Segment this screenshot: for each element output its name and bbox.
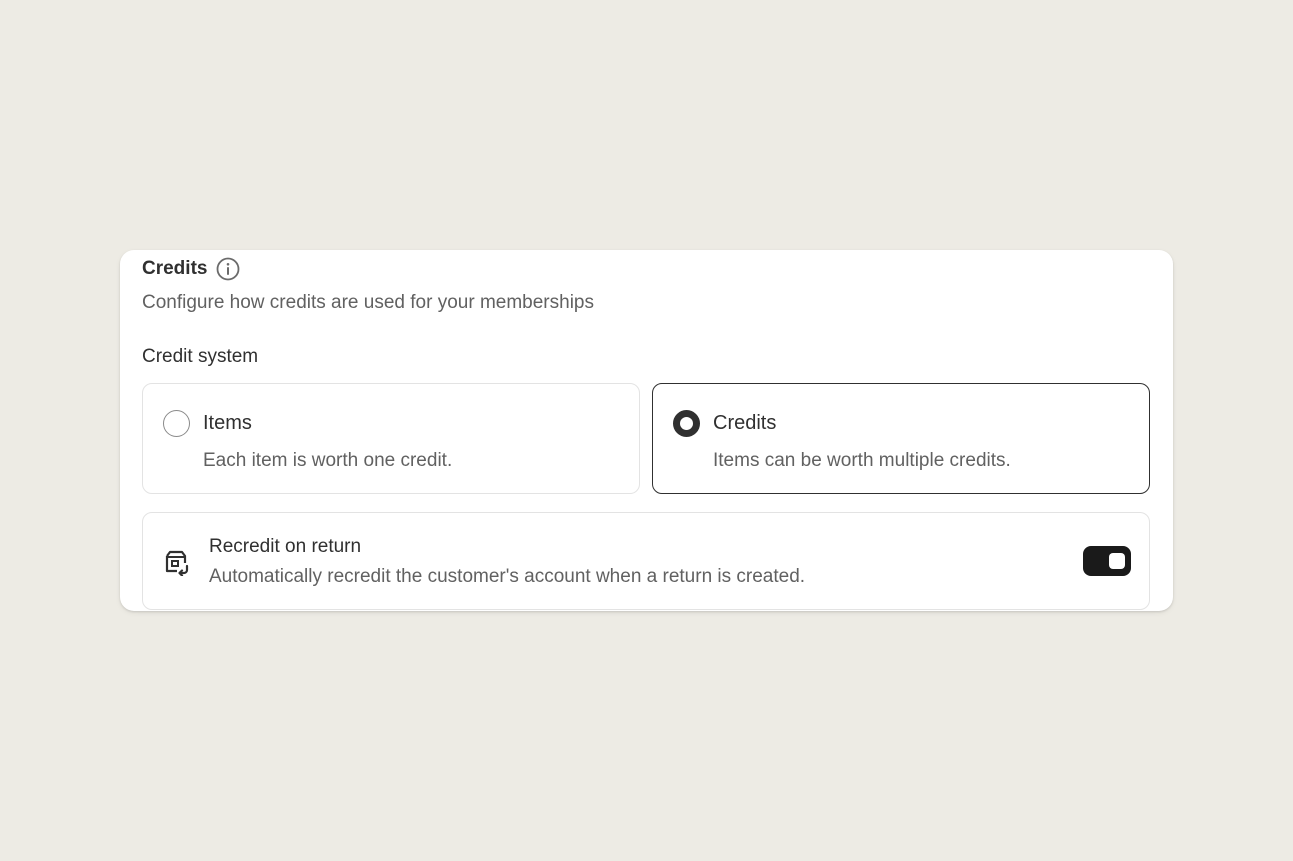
card-title: Credits <box>142 258 208 279</box>
credit-system-label: Credit system <box>142 346 259 367</box>
info-circle-icon[interactable] <box>216 257 240 281</box>
toggle-knob <box>1109 553 1125 569</box>
recredit-row: Recredit on return Automatically recredi… <box>142 512 1150 610</box>
card-subtitle: Configure how credits are used for your … <box>142 292 594 313</box>
items-radio[interactable] <box>163 410 190 437</box>
return-package-icon <box>163 548 191 577</box>
credits-radio[interactable] <box>673 410 700 437</box>
recredit-description: Automatically recredit the customer's ac… <box>209 566 806 587</box>
credits-option-description: Items can be worth multiple credits. <box>713 450 1011 471</box>
option-items[interactable]: Items Each item is worth one credit. <box>142 383 640 494</box>
title-row: Credits <box>142 257 240 281</box>
credits-option-label: Credits <box>713 412 777 434</box>
recredit-toggle[interactable] <box>1083 546 1131 576</box>
option-credits[interactable]: Credits Items can be worth multiple cred… <box>652 383 1150 494</box>
items-option-description: Each item is worth one credit. <box>203 450 453 471</box>
credits-card: Credits Configure how credits are used f… <box>120 250 1173 611</box>
recredit-title: Recredit on return <box>209 536 362 557</box>
items-option-label: Items <box>203 412 252 434</box>
